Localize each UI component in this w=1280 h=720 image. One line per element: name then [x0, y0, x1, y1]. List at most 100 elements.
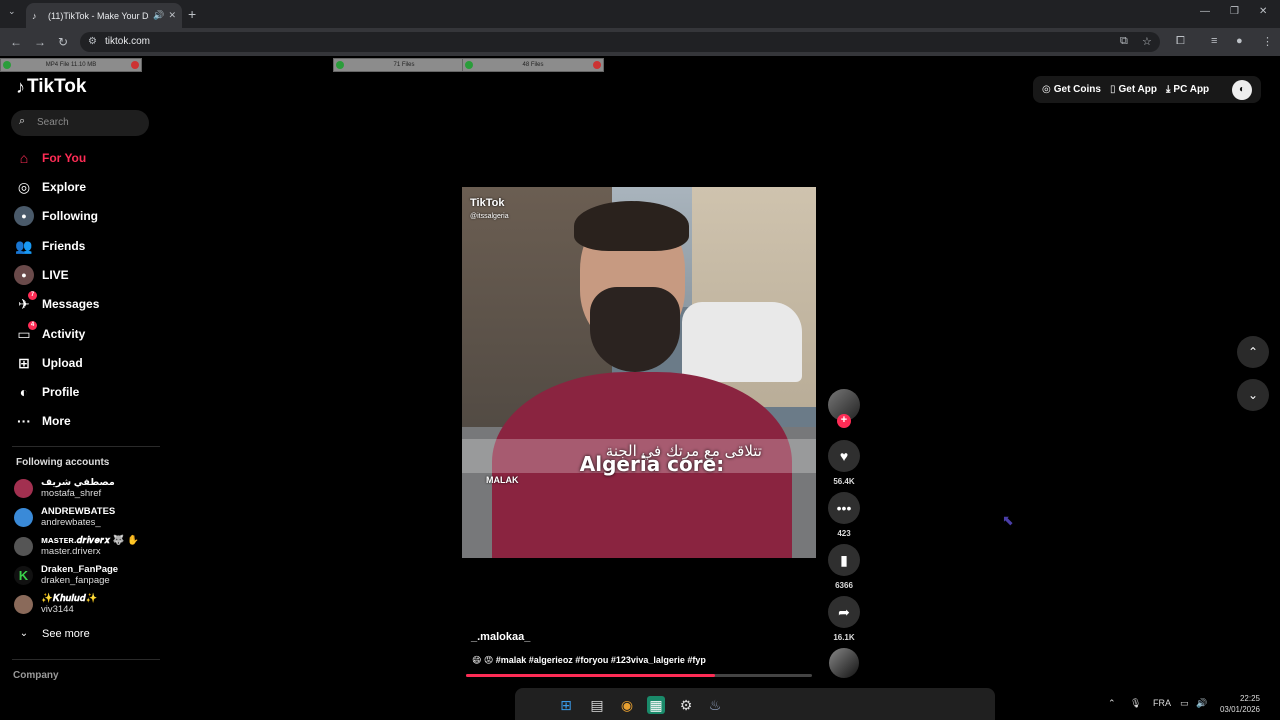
comment-action[interactable]: ••• 423 — [828, 492, 860, 538]
video-frame — [574, 201, 689, 251]
back-icon[interactable]: ← — [10, 35, 22, 49]
sidebar-divider — [12, 659, 160, 660]
download-item[interactable]: MP4 File 11.10 MB — [0, 58, 142, 72]
account-item[interactable]: ✨𝑲𝒉𝒖𝒍𝒖𝒅✨ viv3144 — [14, 592, 97, 616]
account-item[interactable]: ᴍᴀsᴛᴇʀ.𝒅𝒓𝒊𝒗𝒆𝒓𝒙 🐺 ✋ master.driverx — [14, 534, 139, 558]
download-item[interactable]: 48 Files — [462, 58, 604, 72]
next-video-button[interactable]: ⌄ — [1237, 379, 1269, 411]
restore-icon[interactable]: ❐ — [1230, 6, 1239, 17]
upload-icon: ⊞ — [18, 355, 30, 371]
app-icon[interactable]: ▦ — [647, 696, 665, 714]
speaker-icon[interactable]: 🔊 — [153, 10, 164, 21]
nav-label: Profile — [42, 385, 80, 399]
search-icon: ⌕ — [19, 115, 26, 127]
nav-explore[interactable]: ◎ Explore — [14, 175, 86, 199]
account-display-name: Draken_FanPage — [41, 564, 119, 575]
account-username: viv3144 — [41, 604, 74, 615]
minimize-icon[interactable]: — — [1200, 6, 1210, 17]
share-action[interactable]: ➦ 16.1K — [828, 596, 860, 642]
account-username: master.driverx — [41, 546, 101, 557]
avatar: K — [14, 565, 33, 585]
reading-list-icon[interactable]: ≡ — [1211, 35, 1217, 47]
site-info-icon[interactable]: ⚙ — [88, 36, 97, 47]
comment-icon[interactable]: ••• — [828, 492, 860, 524]
install-app-icon[interactable]: ⧉ — [1120, 35, 1128, 48]
previous-video-button[interactable]: ⌃ — [1237, 336, 1269, 368]
language-indicator[interactable]: FRA — [1153, 698, 1171, 708]
nav-more[interactable]: ··· More — [14, 409, 71, 433]
volume-icon[interactable]: 🔊 — [1196, 698, 1207, 709]
clock-time: 22:25 — [1239, 694, 1260, 703]
bookmark-star-icon[interactable]: ☆ — [1142, 35, 1152, 48]
following-accounts-title: Following accounts — [16, 457, 110, 468]
nav-activity[interactable]: ▭ 4 Activity — [14, 321, 85, 346]
download-item[interactable]: 71 Files — [333, 58, 475, 72]
video-progress-bar[interactable] — [466, 674, 812, 677]
account-username: mostafa_shref — [41, 488, 102, 499]
heart-icon[interactable]: ♥ — [828, 440, 860, 472]
nav-profile[interactable]: ◐ Profile — [14, 380, 80, 404]
search-input[interactable]: ⌕ Search — [11, 110, 149, 136]
file-explorer-icon[interactable]: ▤ — [588, 696, 606, 714]
account-username: andrewbates_ — [41, 517, 101, 528]
account-item[interactable]: K Draken_FanPage draken_fanpage — [14, 563, 118, 587]
forward-icon[interactable]: → — [34, 35, 46, 49]
nav-following[interactable]: ● Following — [14, 204, 98, 228]
pc-app-button[interactable]: ⤓ PC App — [1166, 84, 1209, 95]
nav-friends[interactable]: 👥 Friends — [14, 234, 85, 258]
nav-live[interactable]: ● LIVE — [14, 263, 69, 287]
steam-icon[interactable]: ♨ — [706, 696, 724, 714]
video-frame — [590, 287, 680, 372]
get-app-button[interactable]: ▯ Get App — [1110, 84, 1157, 95]
cancel-download-icon[interactable] — [593, 61, 601, 69]
music-disc[interactable] — [829, 648, 859, 678]
tab-search-icon[interactable]: ⌄ — [8, 6, 16, 17]
see-more-button[interactable]: ⌄ See more — [14, 622, 90, 646]
browser-tab-tiktok[interactable]: ♪ (11)TikTok - Make Your Day 🔊 ✕ — [26, 3, 182, 28]
compass-icon: ◎ — [17, 179, 31, 195]
messages-icon: ✈ 7 — [14, 291, 37, 314]
see-more-label: See more — [42, 628, 90, 640]
chrome-icon[interactable]: ◉ — [618, 696, 636, 714]
url-field[interactable]: ⚙ tiktok.com — [80, 32, 1160, 52]
browser-menu-icon[interactable]: ⋮ — [1262, 35, 1273, 48]
account-display-name: ✨𝑲𝒉𝒖𝒍𝒖𝒅✨ — [41, 593, 98, 604]
windows-start-icon[interactable]: ⊞ — [557, 696, 575, 714]
extensions-icon[interactable]: ⧠ — [1176, 35, 1185, 48]
follow-button[interactable]: + — [837, 414, 851, 428]
chevron-down-icon: ⌄ — [19, 628, 29, 639]
like-action[interactable]: ♥ 56.4K — [828, 440, 860, 486]
user-avatar[interactable]: ◐ — [1232, 80, 1252, 100]
share-icon[interactable]: ➦ — [828, 596, 860, 628]
profile-icon[interactable]: ● — [1236, 35, 1243, 47]
nav-for-you[interactable]: ⌂ For You — [14, 146, 86, 170]
save-action[interactable]: ▮ 6366 — [828, 544, 860, 590]
close-window-icon[interactable]: ✕ — [1259, 6, 1267, 17]
microphone-icon[interactable]: 🎙 — [1130, 698, 1141, 709]
settings-icon[interactable]: ⚙ — [677, 696, 695, 714]
video-author[interactable]: _.malokaa_ — [471, 631, 530, 643]
get-app-label: Get App — [1118, 84, 1157, 95]
nav-messages[interactable]: ✈ 7 Messages — [14, 291, 99, 316]
bookmark-icon[interactable]: ▮ — [828, 544, 860, 576]
nav-upload[interactable]: ⊞ Upload — [14, 351, 83, 375]
reload-icon[interactable]: ↻ — [58, 35, 68, 49]
get-coins-button[interactable]: ◎ Get Coins — [1042, 84, 1101, 95]
download-status-icon — [3, 61, 11, 69]
company-link[interactable]: Company — [13, 670, 59, 681]
tiktok-favicon-icon: ♪ — [32, 10, 37, 21]
tray-chevron-icon[interactable]: ⌃ — [1108, 698, 1116, 709]
cancel-download-icon[interactable] — [131, 61, 139, 69]
tiktok-note-icon: ♪ — [16, 76, 25, 97]
account-item[interactable]: ANDREWBATES andrewbates_ — [14, 505, 115, 529]
new-tab-button[interactable]: + — [188, 6, 196, 22]
network-icon[interactable]: ▭ — [1180, 698, 1189, 709]
video-frame — [682, 302, 802, 382]
account-item[interactable]: مصطفي شريف mostafa_shref — [14, 476, 115, 500]
activity-badge: 4 — [28, 321, 37, 330]
close-tab-icon[interactable]: ✕ — [168, 10, 176, 21]
video-player[interactable]: TikTok @itssalgeria تتلاقى مع مرتك في الج… — [462, 187, 816, 558]
tiktok-logo[interactable]: ♪ TikTok — [16, 76, 86, 98]
clock[interactable]: 22:25 03/01/2026 — [1214, 693, 1260, 715]
address-bar-row: ← → ↻ ⚙ tiktok.com ⧉ ☆ ⧠ ≡ ● ⋮ — [0, 28, 1280, 56]
